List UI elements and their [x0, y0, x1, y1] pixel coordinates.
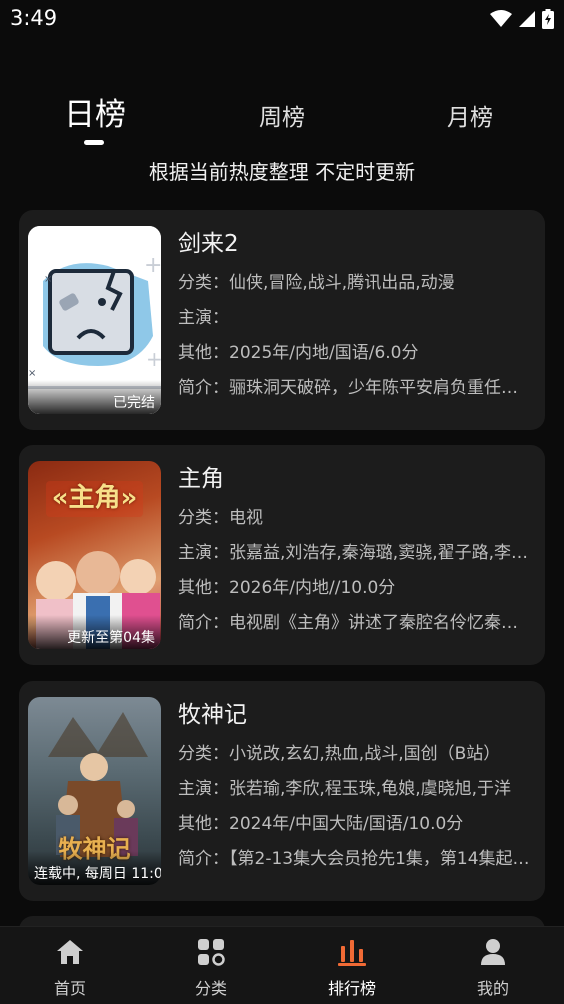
poster-image[interactable]: «主角» 更新至第04集: [28, 461, 161, 649]
item-intro: 简介：电视剧《主角》讲述了秦腔名伶忆秦娥的一生: [178, 613, 533, 633]
active-tab-indicator: [84, 140, 104, 145]
nav-category[interactable]: 分类: [156, 927, 266, 1004]
ranking-card[interactable]: 牧神记 连载中, 每周日 11:00 牧神记 分类：小说改,玄幻,热血,战斗,国…: [19, 681, 545, 901]
item-title: 剑来2: [178, 231, 239, 257]
home-icon: [57, 940, 83, 964]
svg-text:+: +: [144, 253, 161, 278]
ranking-tabs: 日榜 周榜 月榜: [0, 95, 564, 155]
nav-category-label: 分类: [194, 979, 227, 998]
item-category: 分类：小说改,玄幻,热血,战斗,国创（B站）: [178, 744, 501, 764]
poster-status-badge: 连载中, 每周日 11:00: [28, 851, 161, 885]
signal-icon: [519, 11, 535, 27]
battery-icon: [542, 9, 554, 29]
card-info: 主角 分类：电视 主演：张嘉益,刘浩存,秦海璐,窦骁,翟子路,李光洁 其他：20…: [178, 463, 533, 641]
ranking-card[interactable]: «主角» 更新至第04集 主角 分类：电视 主演：张嘉益,刘浩存,秦海璐,窦骁,…: [19, 445, 545, 665]
tab-weekly-label: 周榜: [259, 105, 305, 131]
nav-ranking-label: 排行榜: [327, 979, 376, 998]
nav-ranking[interactable]: 排行榜: [297, 927, 407, 1004]
category-grid-icon: [198, 939, 225, 966]
status-icons: [490, 8, 554, 30]
ranking-bars-icon: [338, 940, 366, 966]
wifi-icon: [490, 10, 512, 27]
item-category: 分类：仙侠,冒险,战斗,腾讯出品,动漫: [178, 273, 455, 293]
tab-monthly-label: 月榜: [447, 105, 493, 131]
user-icon: [481, 939, 505, 965]
nav-home-label: 首页: [53, 979, 86, 998]
svg-text:×: ×: [44, 274, 52, 285]
poster-status-badge: 已完结: [28, 380, 161, 414]
svg-text:+: +: [146, 347, 161, 371]
item-cast: 主演：张嘉益,刘浩存,秦海璐,窦骁,翟子路,李光洁: [178, 543, 533, 563]
nav-home[interactable]: 首页: [15, 927, 125, 1004]
card-info: 剑来2 分类：仙侠,冒险,战斗,腾讯出品,动漫 主演： 其他：2025年/内地/…: [178, 228, 533, 406]
bottom-navigation: 首页 分类 排行榜 我的: [0, 926, 564, 1004]
item-cast: 主演：: [178, 308, 229, 328]
item-other: 其他：2024年/中国大陆/国语/10.0分: [178, 814, 464, 834]
item-title: 主角: [178, 466, 224, 492]
ranking-card[interactable]: + + × × 已完结 剑来2 分类：仙侠,冒险,战斗,腾讯出品,动漫 主演： …: [19, 210, 545, 430]
tab-weekly[interactable]: 周榜: [227, 98, 337, 154]
ranking-subtitle: 根据当前热度整理 不定时更新: [148, 160, 416, 184]
item-other: 其他：2026年/内地//10.0分: [178, 578, 396, 598]
item-cast: 主演：张若瑜,李欣,程玉珠,龟娘,虞晓旭,于洋: [178, 779, 512, 799]
card-info: 牧神记 分类：小说改,玄幻,热血,战斗,国创（B站） 主演：张若瑜,李欣,程玉珠…: [178, 699, 533, 877]
item-title: 牧神记: [178, 702, 247, 728]
item-category: 分类：电视: [178, 508, 263, 528]
svg-text:×: ×: [28, 368, 36, 379]
item-intro: 简介：骊珠洞天破碎，少年陈平安肩负重任，行走江湖: [178, 378, 533, 398]
status-bar: 3:49: [0, 0, 564, 38]
status-time: 3:49: [10, 6, 58, 30]
nav-profile[interactable]: 我的: [438, 927, 548, 1004]
tab-daily-label: 日榜: [64, 97, 126, 133]
poster-placeholder[interactable]: + + × × 已完结: [28, 226, 161, 414]
poster-title: «主角»: [51, 483, 138, 513]
poster-status-badge: 更新至第04集: [28, 615, 161, 649]
item-intro: 简介：【第2-13集大会员抢先1集，第14集起每周日更新】: [178, 849, 533, 869]
tab-monthly[interactable]: 月榜: [415, 98, 525, 154]
app-screen: 3:49 日榜 周榜 月榜 根据当前热度整理 不定时更新 + + × × 已完结…: [0, 0, 564, 1004]
nav-profile-label: 我的: [476, 979, 509, 998]
item-other: 其他：2025年/内地/国语/6.0分: [178, 343, 419, 363]
poster-image[interactable]: 牧神记 连载中, 每周日 11:00: [28, 697, 161, 885]
